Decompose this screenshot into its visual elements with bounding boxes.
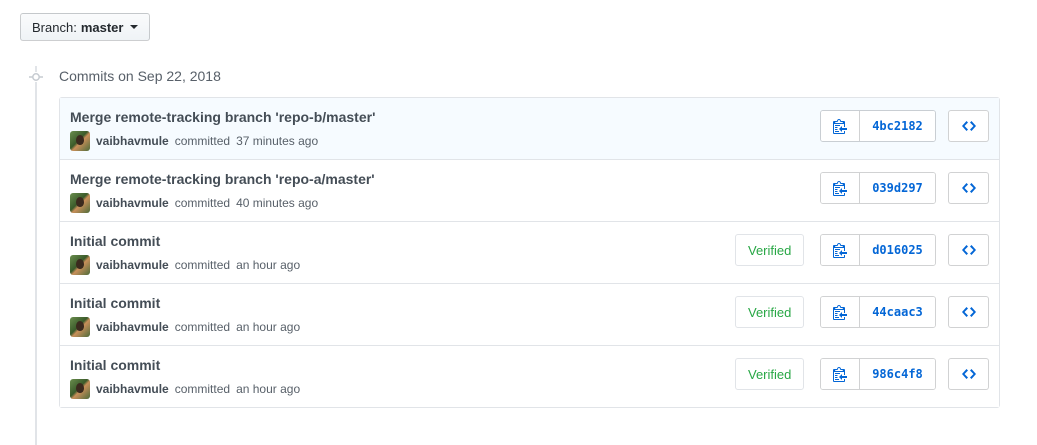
git-commit-icon	[29, 72, 43, 82]
commit-title-link[interactable]: Initial commit	[70, 295, 160, 311]
sha-button-group: d016025	[820, 234, 936, 266]
commit-row: Initial commit vaibhavmule committed an …	[60, 221, 999, 283]
code-icon	[961, 369, 976, 379]
copy-sha-button[interactable]	[821, 297, 860, 327]
commit-time: an hour ago	[236, 320, 301, 334]
commit-meta: vaibhavmule committed 37 minutes ago	[70, 131, 318, 151]
commit-title-link[interactable]: Merge remote-tracking branch 'repo-b/mas…	[70, 109, 375, 125]
commit-meta: vaibhavmule committed an hour ago	[70, 317, 300, 337]
commit-author-link[interactable]: vaibhavmule	[96, 320, 169, 334]
clippy-icon	[833, 119, 847, 134]
clippy-icon	[833, 181, 847, 196]
author-avatar[interactable]	[70, 317, 90, 337]
clippy-icon	[833, 243, 847, 258]
code-icon	[961, 245, 976, 255]
commit-group-title: Commits on Sep 22, 2018	[59, 68, 221, 84]
author-avatar[interactable]	[70, 255, 90, 275]
commit-list: Merge remote-tracking branch 'repo-b/mas…	[59, 97, 1000, 408]
commit-sha-link[interactable]: 44caac3	[860, 297, 935, 327]
browse-repo-button[interactable]	[948, 172, 989, 204]
copy-sha-button[interactable]	[821, 111, 860, 141]
timeline-line	[35, 66, 37, 445]
commit-action: committed	[174, 196, 231, 210]
commit-sha-link[interactable]: 039d297	[860, 173, 935, 203]
commit-sha-link[interactable]: 986c4f8	[860, 359, 935, 389]
code-icon	[961, 121, 976, 131]
commit-row: Initial commit vaibhavmule committed an …	[60, 345, 999, 407]
copy-sha-button[interactable]	[821, 235, 860, 265]
code-icon	[961, 183, 976, 193]
commit-meta: vaibhavmule committed 40 minutes ago	[70, 193, 318, 213]
commit-action: committed	[174, 258, 231, 272]
commit-time: 40 minutes ago	[236, 196, 319, 210]
verified-badge[interactable]: Verified	[735, 358, 805, 390]
sha-button-group: 039d297	[820, 172, 936, 204]
author-avatar[interactable]	[70, 379, 90, 399]
commit-title-link[interactable]: Merge remote-tracking branch 'repo-a/mas…	[70, 171, 375, 187]
commit-sha-link[interactable]: 4bc2182	[860, 111, 935, 141]
sha-button-group: 986c4f8	[820, 358, 936, 390]
verified-badge[interactable]: Verified	[735, 234, 805, 266]
sha-button-group: 4bc2182	[820, 110, 936, 142]
branch-name: master	[80, 19, 124, 35]
commit-author-link[interactable]: vaibhavmule	[96, 258, 169, 272]
commit-time: 37 minutes ago	[236, 134, 319, 148]
commit-time: an hour ago	[236, 382, 301, 396]
commit-meta: vaibhavmule committed an hour ago	[70, 379, 300, 399]
verified-badge[interactable]: Verified	[735, 296, 805, 328]
commit-author-link[interactable]: vaibhavmule	[96, 196, 169, 210]
commit-author-link[interactable]: vaibhavmule	[96, 382, 169, 396]
clippy-icon	[833, 367, 847, 382]
caret-down-icon	[130, 25, 139, 29]
commit-action: committed	[174, 382, 231, 396]
copy-sha-button[interactable]	[821, 359, 860, 389]
copy-sha-button[interactable]	[821, 173, 860, 203]
commit-action: committed	[174, 320, 231, 334]
commit-author-link[interactable]: vaibhavmule	[96, 134, 169, 148]
browse-repo-button[interactable]	[948, 358, 989, 390]
sha-button-group: 44caac3	[820, 296, 936, 328]
commit-action: committed	[174, 134, 231, 148]
commit-sha-link[interactable]: d016025	[860, 235, 935, 265]
author-avatar[interactable]	[70, 193, 90, 213]
branch-select-button[interactable]: Branch: master	[20, 13, 151, 41]
clippy-icon	[833, 305, 847, 320]
commit-row: Initial commit vaibhavmule committed an …	[60, 283, 999, 345]
author-avatar[interactable]	[70, 131, 90, 151]
commit-row: Merge remote-tracking branch 'repo-b/mas…	[60, 98, 999, 159]
commit-meta: vaibhavmule committed an hour ago	[70, 255, 300, 275]
commit-time: an hour ago	[236, 258, 301, 272]
commit-title-link[interactable]: Initial commit	[70, 233, 160, 249]
code-icon	[961, 307, 976, 317]
commit-row: Merge remote-tracking branch 'repo-a/mas…	[60, 159, 999, 221]
browse-repo-button[interactable]	[948, 110, 989, 142]
browse-repo-button[interactable]	[948, 234, 989, 266]
commit-title-link[interactable]: Initial commit	[70, 357, 160, 373]
branch-prefix-label: Branch:	[32, 19, 77, 35]
browse-repo-button[interactable]	[948, 296, 989, 328]
